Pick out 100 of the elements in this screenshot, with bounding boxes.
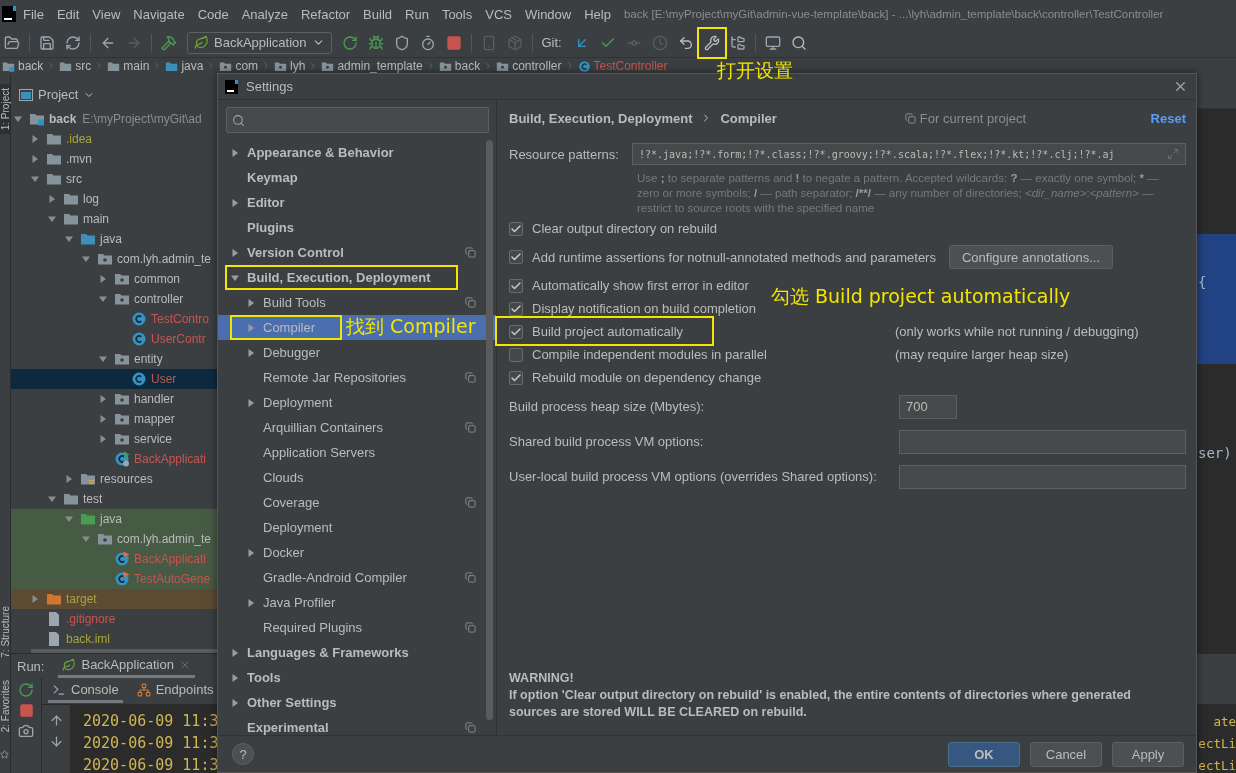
settings-nav-item[interactable]: Docker: [218, 540, 496, 565]
settings-nav-item[interactable]: Build, Execution, Deployment: [218, 265, 496, 290]
checkbox[interactable]: [509, 221, 523, 236]
configure-button[interactable]: Configure annotations...: [948, 245, 1113, 269]
menu-item[interactable]: Run: [399, 2, 435, 26]
settings-nav-item[interactable]: Experimental: [218, 715, 496, 735]
settings-nav-item[interactable]: Coverage: [218, 490, 496, 515]
settings-nav-item[interactable]: Keymap: [218, 165, 496, 190]
settings-nav-item[interactable]: Deployment: [218, 390, 496, 415]
settings-nav-item[interactable]: Debugger: [218, 340, 496, 365]
expand-triangle-icon[interactable]: [98, 434, 108, 445]
checkbox[interactable]: [509, 250, 523, 264]
input-field[interactable]: [899, 429, 1186, 454]
tree-item[interactable]: service: [11, 429, 218, 450]
settings-nav-item[interactable]: Clouds: [218, 465, 496, 490]
breadcrumb-item[interactable]: back: [2, 59, 44, 73]
camera-icon[interactable]: [18, 723, 34, 739]
scrollbar[interactable]: [486, 140, 493, 720]
settings-nav-item[interactable]: Build Tools: [218, 290, 496, 315]
settings-nav-item[interactable]: Tools: [218, 665, 496, 690]
settings-nav-item[interactable]: Java Profiler: [218, 590, 496, 615]
expand-triangle-icon[interactable]: [98, 394, 108, 405]
expand-triangle-icon[interactable]: [230, 197, 240, 208]
expand-triangle-icon[interactable]: [30, 594, 40, 605]
tool-window-tab[interactable]: 7: Structure: [0, 602, 10, 662]
tree-item[interactable]: mapper: [11, 409, 218, 430]
settings-nav-item[interactable]: Gradle-Android Compiler: [218, 565, 496, 590]
expand-triangle-icon[interactable]: [230, 147, 240, 158]
input-field[interactable]: 700: [899, 394, 957, 419]
expand-triangle-icon[interactable]: [98, 414, 108, 425]
breadcrumb-item[interactable]: com: [219, 59, 259, 73]
settings-nav-item[interactable]: Remote Jar Repositories: [218, 365, 496, 390]
tree-item[interactable]: back.iml: [11, 629, 218, 650]
stop-icon[interactable]: [18, 703, 34, 718]
expand-triangle-icon[interactable]: [246, 297, 256, 308]
input-field[interactable]: [899, 464, 1186, 489]
close-button[interactable]: [1173, 79, 1188, 94]
tree-item[interactable]: com.lyh.admin_te: [11, 529, 218, 550]
settings-nav-item[interactable]: Version Control: [218, 240, 496, 265]
settings-nav-item[interactable]: Other Settings: [218, 690, 496, 715]
expand-triangle-icon[interactable]: [30, 154, 40, 165]
down-arrow-icon[interactable]: [48, 734, 64, 749]
breadcrumb-item[interactable]: main: [107, 59, 150, 73]
tree-item[interactable]: entity: [11, 349, 218, 370]
expand-triangle-icon[interactable]: [230, 697, 240, 708]
expand-triangle-icon[interactable]: [30, 134, 40, 145]
checkbox[interactable]: [509, 370, 523, 385]
rerun-icon[interactable]: [18, 682, 34, 698]
menu-item[interactable]: Refactor: [294, 2, 357, 26]
dialog-button[interactable]: Apply: [1112, 741, 1184, 767]
tree-item[interactable]: User: [11, 369, 218, 390]
tree-item[interactable]: log: [11, 189, 218, 210]
tree-item[interactable]: java: [11, 229, 218, 250]
settings-nav-item[interactable]: Deployment: [218, 515, 496, 540]
menu-item[interactable]: VCS: [479, 2, 518, 26]
tree-item[interactable]: main: [11, 209, 218, 230]
breadcrumb-item[interactable]: src: [59, 59, 92, 73]
run-configuration-dropdown[interactable]: BackApplication: [187, 31, 332, 54]
menu-item[interactable]: Navigate: [127, 2, 191, 26]
expand-triangle-icon[interactable]: [230, 647, 240, 658]
search-field[interactable]: [226, 107, 489, 133]
tree-item[interactable]: test: [11, 489, 218, 510]
tool-window-tab[interactable]: 1: Project: [0, 84, 10, 135]
tree-item[interactable]: back E:\myProject\myGit\ad: [11, 109, 218, 130]
breadcrumb-item[interactable]: admin_template: [321, 59, 423, 73]
tree-item[interactable]: .mvn: [11, 149, 218, 170]
settings-nav-item[interactable]: Arquillian Containers: [218, 415, 496, 440]
menu-item[interactable]: View: [86, 2, 127, 26]
breadcrumb-item[interactable]: back: [438, 59, 481, 73]
console-tab[interactable]: Endpoints: [132, 679, 218, 703]
menu-item[interactable]: File: [17, 2, 50, 26]
expand-triangle-icon[interactable]: [64, 474, 74, 485]
tool-window-tab[interactable]: 2: Favorites: [0, 675, 10, 736]
menu-item[interactable]: Analyze: [235, 2, 294, 26]
expand-triangle-icon[interactable]: [246, 547, 256, 558]
tree-item[interactable]: .idea: [11, 129, 218, 150]
tree-item[interactable]: java: [11, 509, 218, 530]
checkbox[interactable]: [509, 347, 523, 362]
settings-nav-item[interactable]: Application Servers: [218, 440, 496, 465]
tree-item[interactable]: resources: [11, 469, 218, 490]
tree-item[interactable]: controller: [11, 289, 218, 310]
menu-item[interactable]: Code: [191, 2, 235, 26]
dialog-button[interactable]: Cancel: [1030, 741, 1102, 767]
checkbox[interactable]: [509, 324, 523, 339]
settings-nav-item[interactable]: Appearance & Behavior: [218, 140, 496, 165]
expand-triangle-icon[interactable]: [230, 672, 240, 683]
breadcrumb-item[interactable]: java: [165, 59, 204, 73]
expand-triangle-icon[interactable]: [246, 397, 256, 408]
settings-nav-item[interactable]: Editor: [218, 190, 496, 215]
breadcrumb-item[interactable]: controller: [496, 59, 562, 73]
checkbox[interactable]: [509, 301, 523, 316]
tree-item[interactable]: common: [11, 269, 218, 290]
menu-item[interactable]: Tools: [435, 2, 479, 26]
tree-item[interactable]: target: [11, 589, 218, 610]
menu-item[interactable]: Edit: [50, 2, 86, 26]
expand-triangle-icon[interactable]: [246, 322, 256, 333]
run-tab[interactable]: BackApplication: [58, 654, 195, 678]
menu-item[interactable]: Build: [357, 2, 398, 26]
settings-nav-item[interactable]: Plugins: [218, 215, 496, 240]
resource-patterns-field[interactable]: !?*.java;!?*.form;!?*.class;!?*.groovy;!?*.scala;!?*.flex;!?*.kt;!?*.clj;!?*.aj: [632, 143, 1186, 165]
